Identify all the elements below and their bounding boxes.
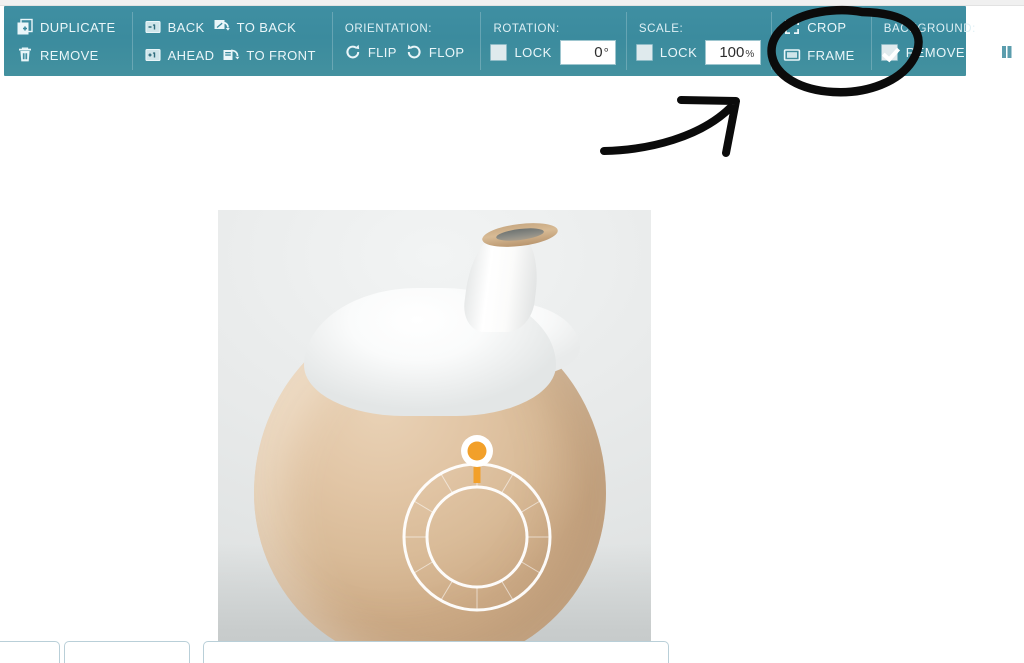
dial-outer-ring xyxy=(402,462,552,612)
flop-icon xyxy=(405,43,423,61)
duplicate-icon xyxy=(16,18,34,36)
bring-ahead-one-label: AHEAD xyxy=(167,47,215,63)
toolbar-row: LOCK 100 % xyxy=(635,38,762,66)
remove-object-label: REMOVE xyxy=(40,47,99,63)
send-back-one-label: BACK xyxy=(167,19,205,35)
bring-to-front-icon xyxy=(222,46,240,64)
editor-canvas[interactable] xyxy=(0,76,1024,663)
frame-label: FRAME xyxy=(807,47,855,63)
background-remove-label: REMOVE xyxy=(905,44,966,60)
send-to-back-button[interactable]: TO BACK xyxy=(211,16,303,38)
send-back-one-button[interactable]: BACK xyxy=(142,16,211,38)
toolbar-section-crop-frame: CROP FRAME xyxy=(771,6,871,76)
flip-button[interactable]: FLIP xyxy=(342,41,403,63)
flop-button[interactable]: FLOP xyxy=(403,41,471,63)
toolbar-row: REMOVE xyxy=(14,41,122,69)
rotation-dial[interactable] xyxy=(398,431,556,616)
toolbar-section-scale: SCALE: LOCK 100 % xyxy=(625,6,771,76)
minus-one-icon xyxy=(144,18,162,36)
toolbar-row: AHEAD TO FRONT xyxy=(142,41,322,69)
crop-icon xyxy=(783,18,801,36)
plus-one-icon xyxy=(144,46,162,64)
bring-ahead-one-button[interactable]: AHEAD xyxy=(142,44,221,66)
toolbar-section-arrange: BACK TO BACK AHEAD TO FRONT xyxy=(131,6,332,76)
rotation-input[interactable]: 0 ° xyxy=(559,39,616,65)
remove-object-button[interactable]: REMOVE xyxy=(14,44,105,66)
toolbar-section-object: DUPLICATE REMOVE xyxy=(4,6,132,76)
flip-label: FLIP xyxy=(367,44,397,60)
toolbar-row: ADVANCED OPTIONS xyxy=(998,38,1024,66)
background-section-label: BACKGROUND: xyxy=(883,23,976,35)
bottom-panel-wide[interactable] xyxy=(64,641,190,663)
toolbar-row: BACK TO BACK xyxy=(142,13,322,41)
toolbar-row: FLIP FLOP xyxy=(342,38,471,66)
sliders-icon xyxy=(1000,43,1018,61)
send-to-back-label: TO BACK xyxy=(236,19,297,35)
scale-value: 100 xyxy=(719,43,745,61)
duplicate-label: DUPLICATE xyxy=(40,19,116,35)
scale-section-label: SCALE: xyxy=(638,23,684,35)
trash-icon xyxy=(16,46,34,64)
advanced-options-button: ADVANCED OPTIONS xyxy=(998,38,1024,66)
rotation-section-label: ROTATION: xyxy=(493,23,560,35)
scale-lock-checkbox[interactable] xyxy=(635,43,653,61)
background-remove-checkbox[interactable] xyxy=(880,43,898,61)
bring-to-front-button[interactable]: TO FRONT xyxy=(220,44,321,66)
rotation-value: 0 xyxy=(594,43,603,61)
crop-button[interactable]: CROP xyxy=(781,16,852,38)
orientation-section-label: ORIENTATION: xyxy=(344,23,433,35)
rotation-unit: ° xyxy=(603,44,609,60)
rotation-lock-label: LOCK xyxy=(514,44,552,60)
send-to-back-icon xyxy=(213,18,231,36)
crop-label: CROP xyxy=(807,19,847,35)
duplicate-button[interactable]: DUPLICATE xyxy=(14,16,122,38)
toolbar-row: CROP xyxy=(781,13,861,41)
editor-toolbar: DUPLICATE REMOVE BACK TO BACK AHEAD TO F… xyxy=(4,6,1024,76)
toolbar-row: REMOVE xyxy=(880,38,978,66)
dial-handle xyxy=(461,435,493,467)
bottom-panel-main[interactable] xyxy=(203,641,669,663)
toolbar-section-rotation: ROTATION: LOCK 0 ° xyxy=(480,6,625,76)
scale-input[interactable]: 100 % xyxy=(705,39,762,65)
toolbar-section-background: BACKGROUND: REMOVE xyxy=(870,6,988,76)
frame-button[interactable]: FRAME xyxy=(781,44,861,66)
toolbar-section-orientation: ORIENTATION: FLIP FLOP xyxy=(331,6,481,76)
flip-icon xyxy=(344,43,362,61)
toolbar-section-advanced: ADVANCED OPTIONS xyxy=(987,6,1024,76)
scale-lock-label: LOCK xyxy=(659,44,698,60)
toolbar-row: DUPLICATE xyxy=(14,13,122,41)
bottom-panel-small[interactable] xyxy=(0,641,60,663)
bring-to-front-label: TO FRONT xyxy=(246,47,316,63)
rotation-lock-checkbox[interactable] xyxy=(490,43,508,61)
flop-label: FLOP xyxy=(428,44,465,60)
toolbar-row: FRAME xyxy=(781,41,861,69)
frame-icon xyxy=(783,46,801,64)
toolbar-row: LOCK 0 ° xyxy=(490,38,616,66)
scale-unit: % xyxy=(745,48,755,60)
